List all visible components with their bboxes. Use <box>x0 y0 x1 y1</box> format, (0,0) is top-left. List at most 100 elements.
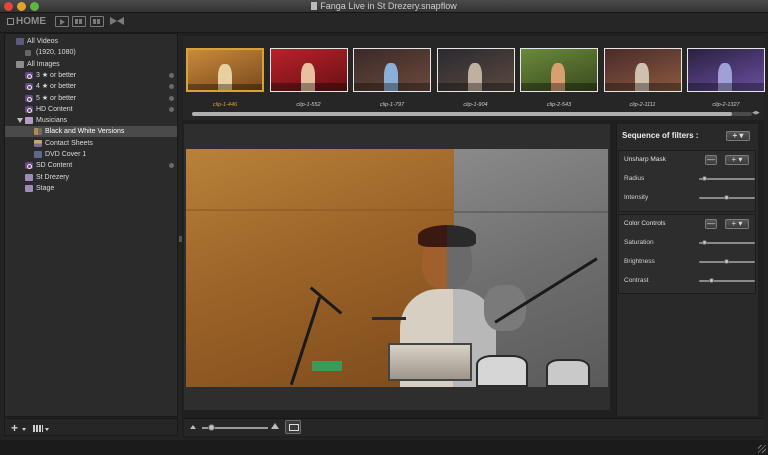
zoom-in-icon[interactable] <box>271 423 279 429</box>
filmstrip: clip-1-446 clip-1-552 clip-1-797 clip-1-904… <box>182 36 765 120</box>
stage-floor <box>521 83 597 91</box>
sidebar-item[interactable]: Musicians <box>5 115 177 126</box>
sidebar-item[interactable]: SD Content <box>5 160 177 171</box>
dvd-icon <box>34 151 42 158</box>
scrollbar-thumb[interactable] <box>192 112 732 116</box>
clip-label: clip-1-797 <box>379 102 405 108</box>
sidebar-item[interactable]: 5 ★ or better <box>5 93 177 104</box>
resolution-icon <box>25 50 31 57</box>
wall-crack <box>186 209 454 211</box>
scroll-arrows-icon[interactable]: ◀▶ <box>752 110 760 116</box>
chevron-down-icon[interactable] <box>22 428 26 431</box>
drum-left <box>476 355 528 387</box>
zoom-slider-knob[interactable] <box>208 424 215 431</box>
wall-crack <box>454 211 608 213</box>
clip-thumbnail[interactable] <box>687 48 765 92</box>
sidebar-item[interactable]: All Videos <box>5 36 177 47</box>
app-window: Fanga Live in St Drezery.snapflow HOME A… <box>0 0 768 455</box>
smart-album-icon <box>25 105 33 113</box>
stats-icon[interactable] <box>33 425 43 432</box>
fit-to-window-button[interactable] <box>285 420 301 434</box>
sidebar-item[interactable]: Contact Sheets <box>5 138 177 149</box>
clip-label: clip-1-552 <box>296 102 321 108</box>
filter-title: Unsharp Mask <box>624 156 666 163</box>
album-icon <box>25 173 33 181</box>
folder-icon <box>25 117 33 125</box>
sidebar-item[interactable]: All Images <box>5 59 177 70</box>
drum-right <box>546 359 590 387</box>
play-icon[interactable] <box>55 16 69 27</box>
magnify-icon[interactable] <box>90 16 104 27</box>
add-filter-button[interactable]: + ▾ <box>726 131 750 141</box>
sidebar-footer: + <box>4 418 178 436</box>
sidebar-item[interactable]: HD Content <box>5 104 177 115</box>
filter-slider-track[interactable] <box>699 280 755 282</box>
gear-icon[interactable] <box>169 163 174 169</box>
filter-slider-knob[interactable] <box>701 240 707 245</box>
zoom-out-icon[interactable] <box>190 425 196 429</box>
remove-filter-button[interactable]: — <box>705 155 717 165</box>
sidebar-item-label: 4 ★ or better <box>36 83 77 91</box>
sidebar-item-label: St Drezery <box>36 173 70 181</box>
remove-filter-button[interactable]: — <box>705 219 717 229</box>
clip-thumbnail[interactable] <box>436 48 515 92</box>
contact-sheet-icon <box>34 139 42 147</box>
sidebar-item[interactable]: 4 ★ or better <box>5 81 177 92</box>
sidebar-item-label: (1920, 1080) <box>36 49 76 57</box>
chevron-down-icon[interactable] <box>45 428 49 431</box>
images-icon <box>16 60 24 68</box>
stage-floor <box>188 84 262 90</box>
sidebar-item[interactable]: 3 ★ or better <box>5 70 177 81</box>
filter-slider-knob[interactable] <box>701 176 707 181</box>
musician-hair <box>418 225 476 247</box>
stage-floor <box>437 83 514 91</box>
status-bar <box>0 440 768 455</box>
sidebar-item[interactable]: St Drezery <box>5 172 177 183</box>
clip-thumbnail[interactable] <box>603 48 682 92</box>
bowtie-icon[interactable] <box>110 16 124 27</box>
add-filter-after-button[interactable]: + ▾ <box>725 219 749 229</box>
video-frame[interactable] <box>186 149 608 387</box>
filter-slider-track[interactable] <box>699 178 755 180</box>
sidebar: All Videos (1920, 1080) All Images 3 ★ or b… <box>4 33 178 417</box>
clip-label: clip-2-543 <box>546 102 572 108</box>
stage-floor <box>688 83 764 91</box>
resize-grip-icon[interactable] <box>758 445 766 453</box>
sidebar-item[interactable]: DVD Cover 1 <box>5 149 177 160</box>
filter-slider-knob[interactable] <box>724 259 729 264</box>
smart-album-icon <box>25 162 33 170</box>
sidebar-item[interactable]: (1920, 1080) <box>5 47 177 58</box>
clip-thumbnail[interactable] <box>520 48 598 92</box>
filter-slider-knob[interactable] <box>724 195 729 200</box>
filmstrip-scrollbar[interactable] <box>192 112 752 116</box>
filter-param-label: Contrast <box>624 277 649 284</box>
add-icon[interactable]: + <box>11 421 18 435</box>
sidebar-item[interactable]: Black and White Versions <box>5 126 177 138</box>
sidebar-item-label: SD Content <box>36 162 73 170</box>
gear-icon[interactable] <box>169 95 174 101</box>
clip-thumbnail[interactable] <box>186 48 264 92</box>
window-title: Fanga Live in St Drezery.snapflow <box>0 1 768 11</box>
sidebar-item[interactable]: Stage <box>5 183 177 194</box>
filter-slider-knob[interactable] <box>709 278 714 283</box>
filter-param-label: Intensity <box>624 194 649 201</box>
video-icon <box>16 38 24 45</box>
filter-header: Sequence of filters : + ▾ <box>620 126 758 146</box>
sidebar-item-label: Black and White Versions <box>45 128 125 136</box>
sidebar-item-label: HD Content <box>36 105 73 113</box>
sidebar-item-label: DVD Cover 1 <box>45 151 87 158</box>
disclosure-triangle-icon[interactable] <box>17 118 23 124</box>
gear-icon[interactable] <box>169 84 174 90</box>
grid-icon[interactable] <box>72 16 86 27</box>
filter-slider-track[interactable] <box>699 242 755 244</box>
filter-section: Color Controls — + ▾ Saturation Brightness Co… <box>618 214 756 294</box>
gear-icon[interactable] <box>169 72 174 78</box>
clip-thumbnail[interactable] <box>353 48 431 92</box>
gear-icon[interactable] <box>169 106 174 112</box>
mixer <box>388 343 472 381</box>
home-button[interactable]: HOME <box>7 16 46 27</box>
clip-thumbnail[interactable] <box>269 48 348 92</box>
sidebar-item-label: All Images <box>27 60 60 68</box>
add-filter-after-button[interactable]: + ▾ <box>725 155 749 165</box>
stage-floor <box>270 83 347 91</box>
